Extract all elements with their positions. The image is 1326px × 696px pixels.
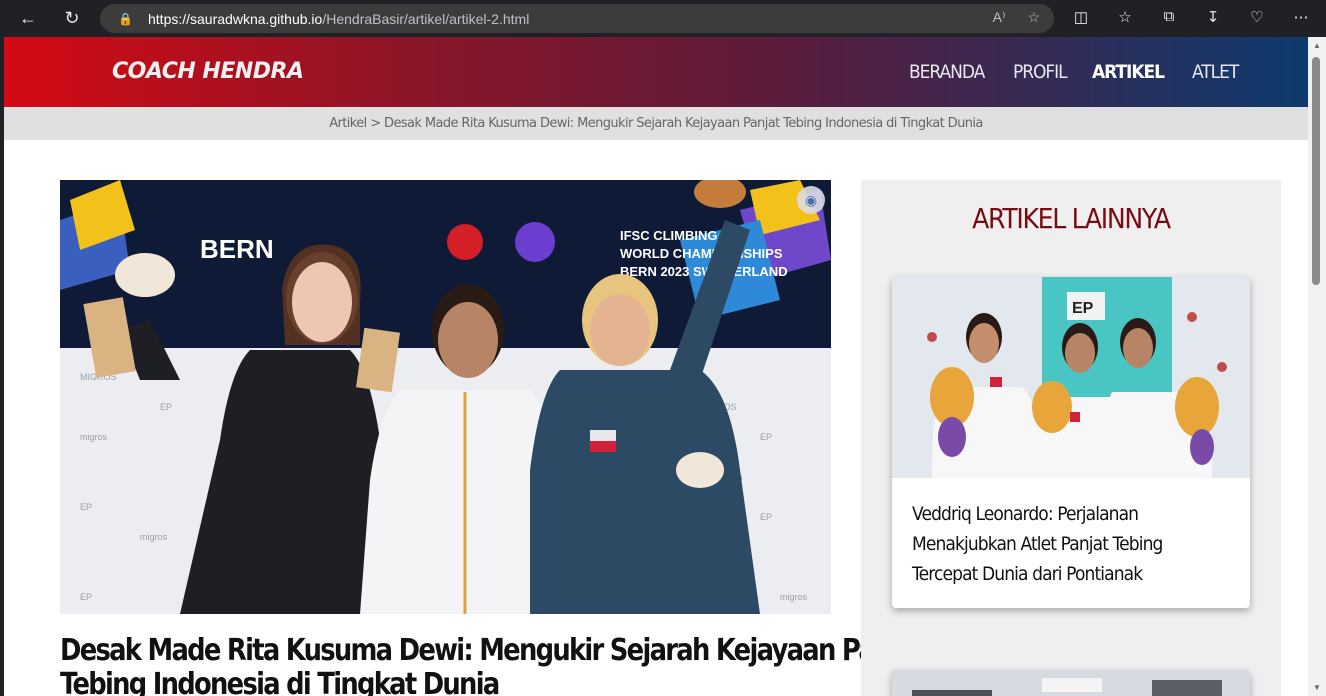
- split-screen-icon[interactable]: ◫: [1070, 8, 1092, 26]
- url-text: https://sauradwkna.github.io/HendraBasir…: [148, 10, 530, 27]
- svg-text:WORLD CHAMPIONSHIPS: WORLD CHAMPIONSHIPS: [620, 246, 783, 261]
- sidebar-other-articles: ARTIKEL LAINNYA EP Veddriq Leonardo: Per…: [861, 180, 1281, 696]
- svg-text:EP: EP: [80, 502, 92, 512]
- site-header: COACH HENDRA BERANDA PROFIL ARTIKEL ATLE…: [4, 37, 1308, 107]
- podium-photo: BERN IFSC CLIMBING WORLD CHAMPIONSHIPS B…: [60, 180, 831, 614]
- breadcrumb: Artikel > Desak Made Rita Kusuma Dewi: M…: [4, 107, 1308, 140]
- address-bar[interactable]: 🔒 https://sauradwkna.github.io/HendraBas…: [100, 4, 1054, 33]
- svg-text:EP: EP: [80, 592, 92, 602]
- article-card-title[interactable]: Veddriq Leonardo: Perjalanan Menakjubkan…: [912, 499, 1209, 589]
- site-logo[interactable]: COACH HENDRA: [112, 59, 304, 84]
- main-menu: BERANDA PROFIL ARTIKEL ATLET: [909, 61, 1243, 83]
- back-arrow-icon[interactable]: ←: [14, 4, 42, 32]
- svg-text:EP: EP: [160, 402, 172, 412]
- menu-item-profil[interactable]: PROFIL: [1013, 61, 1068, 83]
- favorites-icon[interactable]: ☆: [1114, 8, 1136, 26]
- svg-text:EP: EP: [1072, 300, 1094, 317]
- article-card-2[interactable]: [892, 670, 1250, 696]
- page-scrollbar[interactable]: ▲ ▼: [1308, 37, 1326, 696]
- svg-text:BERN 2023 SWITZERLAND: BERN 2023 SWITZERLAND: [620, 264, 788, 279]
- svg-text:migros: migros: [140, 532, 168, 542]
- lock-icon: 🔒: [118, 11, 133, 26]
- visual-search-icon[interactable]: ◉: [797, 186, 825, 214]
- article-title: Desak Made Rita Kusuma Dewi: Mengukir Se…: [60, 633, 926, 696]
- page-viewport: COACH HENDRA BERANDA PROFIL ARTIKEL ATLE…: [4, 37, 1308, 696]
- browser-toolbar: ← ↻ 🔒 https://sauradwkna.github.io/Hendr…: [0, 0, 1326, 37]
- scroll-down-icon[interactable]: ▼: [1312, 683, 1322, 692]
- svg-text:migros: migros: [780, 592, 808, 602]
- performance-icon[interactable]: ♡: [1246, 8, 1268, 26]
- downloads-icon[interactable]: ↧: [1202, 8, 1224, 26]
- svg-text:EP: EP: [760, 432, 772, 442]
- sidebar-title: ARTIKEL LAINNYA: [972, 202, 1171, 235]
- article-card[interactable]: EP Veddriq Leonardo: Perjalanan Menakjub…: [892, 277, 1250, 608]
- svg-text:EP: EP: [760, 512, 772, 522]
- scroll-up-icon[interactable]: ▲: [1312, 41, 1322, 50]
- menu-item-artikel[interactable]: ARTIKEL: [1092, 61, 1165, 83]
- svg-text:migros: migros: [80, 432, 108, 442]
- collections-icon[interactable]: ⧉: [1158, 8, 1180, 26]
- scrollbar-thumb[interactable]: [1312, 57, 1320, 285]
- article-hero-image: BERN IFSC CLIMBING WORLD CHAMPIONSHIPS B…: [60, 180, 831, 614]
- breadcrumb-text[interactable]: Artikel > Desak Made Rita Kusuma Dewi: M…: [329, 116, 983, 131]
- menu-item-beranda[interactable]: BERANDA: [909, 61, 985, 83]
- favorite-star-icon[interactable]: ☆: [1027, 9, 1040, 26]
- more-options-icon[interactable]: ⋯: [1290, 8, 1312, 26]
- refresh-icon[interactable]: ↻: [58, 4, 86, 32]
- menu-item-atlet[interactable]: ATLET: [1192, 61, 1239, 83]
- article-card-image: EP: [892, 277, 1250, 478]
- hero-banner-bern: BERN: [200, 234, 274, 264]
- hero-banner-ifsc: IFSC CLIMBING: [620, 228, 718, 243]
- read-aloud-icon[interactable]: A⁾: [993, 9, 1006, 26]
